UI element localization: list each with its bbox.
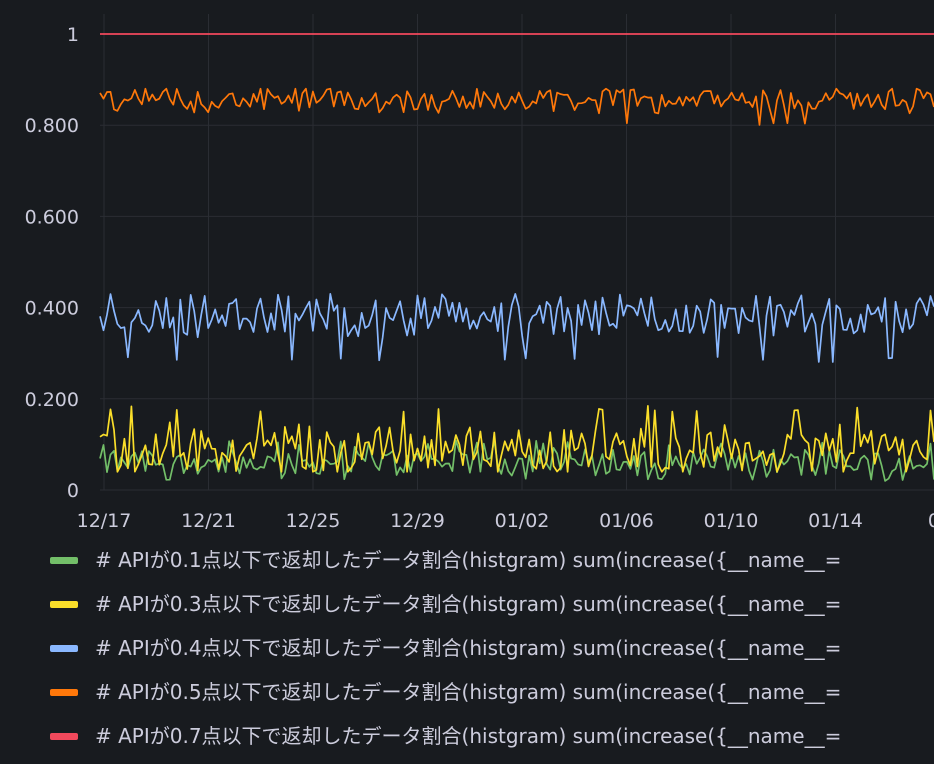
x-axis: 12/17 12/21 12/25 12/29 01/02 01/06 01/10 01/14… bbox=[77, 510, 934, 532]
legend-swatch bbox=[50, 645, 78, 652]
y-tick-label: 0.200 bbox=[25, 389, 79, 411]
x-tick-label: 12/21 bbox=[181, 510, 236, 532]
legend-label: # APIが0.1点以下で返却したデータ割合(histgram) sum(inc… bbox=[95, 548, 842, 572]
y-tick-label: 0.400 bbox=[25, 298, 79, 320]
legend-item[interactable]: # APIが0.5点以下で返却したデータ割合(histgram) sum(inc… bbox=[0, 670, 934, 714]
x-tick-label: 01/14 bbox=[808, 510, 863, 532]
legend-label: # APIが0.3点以下で返却したデータ割合(histgram) sum(inc… bbox=[95, 592, 842, 616]
x-tick-label: 01/06 bbox=[599, 510, 654, 532]
legend-swatch bbox=[50, 733, 78, 740]
x-tick-label: 12/17 bbox=[77, 510, 132, 532]
legend-item[interactable]: # APIが0.7点以下で返却したデータ割合(histgram) sum(inc… bbox=[0, 714, 934, 758]
grid bbox=[100, 14, 934, 491]
legend-item[interactable]: # APIが0.1点以下で返却したデータ割合(histgram) sum(inc… bbox=[0, 538, 934, 582]
series-line[interactable] bbox=[99, 87, 934, 126]
x-tick-label: 12/29 bbox=[390, 510, 445, 532]
x-tick-label: 01 bbox=[928, 510, 934, 532]
x-tick-label: 01/10 bbox=[704, 510, 759, 532]
legend: # APIが0.1点以下で返却したデータ割合(histgram) sum(inc… bbox=[0, 538, 934, 758]
legend-swatch bbox=[50, 689, 78, 696]
legend-label: # APIが0.5点以下で返却したデータ割合(histgram) sum(inc… bbox=[95, 680, 842, 704]
legend-label: # APIが0.7点以下で返却したデータ割合(histgram) sum(inc… bbox=[95, 724, 842, 748]
y-tick-label: 0.800 bbox=[25, 115, 79, 137]
legend-swatch bbox=[50, 601, 78, 608]
series-lines bbox=[99, 33, 934, 482]
series-line[interactable] bbox=[99, 293, 934, 363]
x-tick-label: 01/02 bbox=[495, 510, 550, 532]
line-chart: 00.2000.4000.6000.8001 12/17 12/21 12/25 12… bbox=[25, 14, 934, 532]
chart-panel: 0 0.200 0.400 0.600 0.800 1 12/17 12/21 12/25 12… bbox=[0, 0, 934, 764]
y-tick-label: 0 bbox=[67, 480, 79, 502]
legend-label: # APIが0.4点以下で返却したデータ割合(histgram) sum(inc… bbox=[95, 636, 842, 660]
y-tick-label: 1 bbox=[67, 24, 79, 46]
x-tick-label: 12/25 bbox=[286, 510, 341, 532]
y-tick-label: 0.600 bbox=[25, 206, 79, 228]
legend-swatch bbox=[50, 557, 78, 564]
y-axis: 0 0.200 0.400 0.600 0.800 1 bbox=[25, 24, 79, 502]
legend-item[interactable]: # APIが0.3点以下で返却したデータ割合(histgram) sum(inc… bbox=[0, 582, 934, 626]
legend-item[interactable]: # APIが0.4点以下で返却したデータ割合(histgram) sum(inc… bbox=[0, 626, 934, 670]
